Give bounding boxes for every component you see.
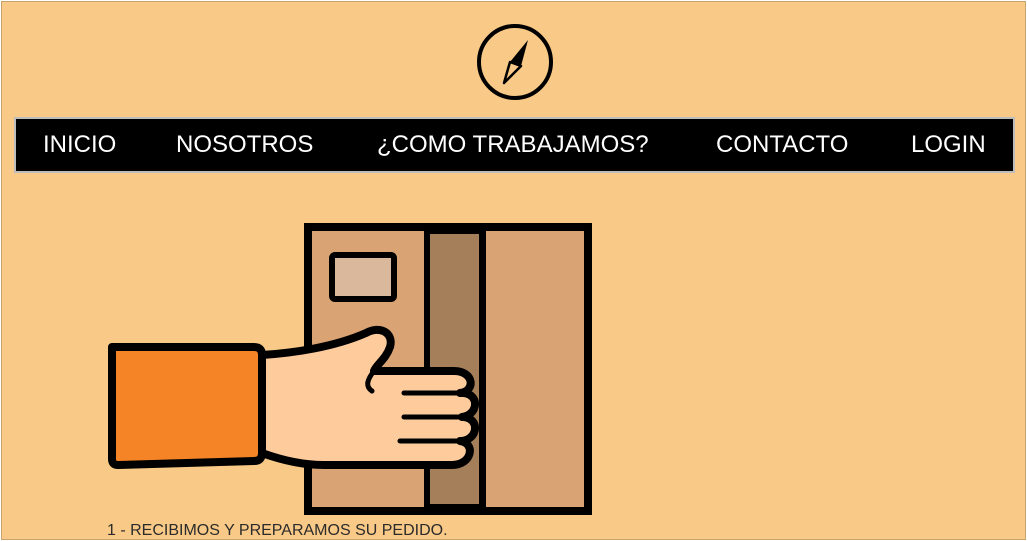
hand-holding-package-illustration [104,221,599,521]
main-nav: INICIO NOSOTROS ¿COMO TRABAJAMOS? CONTAC… [14,117,1015,173]
compass-logo-icon[interactable] [475,22,555,102]
nav-item-como-trabajamos[interactable]: ¿COMO TRABAJAMOS? [377,119,649,171]
nav-item-login[interactable]: LOGIN [911,119,986,171]
package-label [329,252,397,302]
nav-item-nosotros[interactable]: NOSOTROS [176,119,313,171]
sleeve [108,343,266,469]
nav-item-inicio[interactable]: INICIO [43,119,116,171]
nav-item-contacto[interactable]: CONTACTO [716,119,848,171]
step-caption: 1 - RECIBIMOS Y PREPARAMOS SU PEDIDO. [107,522,448,539]
page: INICIO NOSOTROS ¿COMO TRABAJAMOS? CONTAC… [1,1,1026,540]
